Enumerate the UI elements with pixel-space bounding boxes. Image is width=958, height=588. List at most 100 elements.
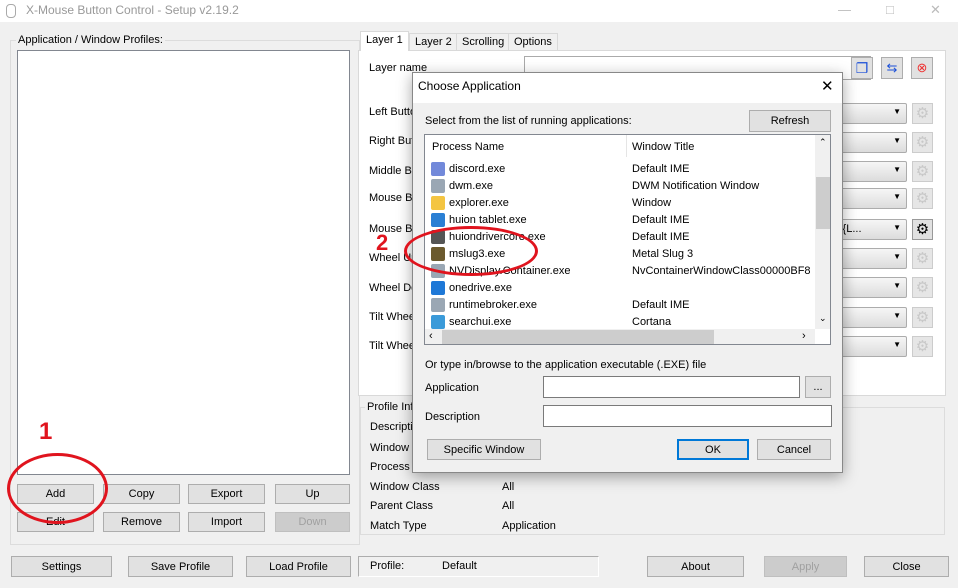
remove-button[interactable]: Remove [103,512,180,532]
cancel-button[interactable]: Cancel [757,439,831,460]
specific-window-button[interactable]: Specific Window [427,439,541,460]
close-button[interactable]: Close [864,556,949,577]
process-row[interactable]: dwm.exe DWM Notification Window [425,178,815,195]
scroll-right-icon[interactable]: › [802,330,806,342]
window-title: X-Mouse Button Control - Setup v2.19.2 [26,3,239,17]
column-divider [626,135,627,157]
down-button[interactable]: Down [275,512,350,532]
profile-status-label: Profile: [370,560,405,572]
process-row[interactable]: explorer.exe Window [425,195,815,212]
window-title: DWM Notification Window [632,180,760,192]
title-bar: X-Mouse Button Control - Setup v2.19.2 —… [0,0,958,22]
window-title: Default IME [632,299,690,311]
profile-status-value: Default [442,560,477,572]
process-name: huion tablet.exe [449,214,527,226]
vertical-scrollbar[interactable]: ⌃ ⌄ [815,135,830,329]
profiles-list[interactable] [17,50,350,475]
window-title: Default IME [632,231,690,243]
export-button[interactable]: Export [188,484,265,504]
browse-prompt: Or type in/browse to the application exe… [425,359,707,371]
info-label: Parent Class [370,500,433,512]
up-button[interactable]: Up [275,484,350,504]
profile-status: Profile: Default [358,556,599,577]
discord-icon [431,162,445,176]
browse-button[interactable]: ... [805,376,831,398]
scroll-up-icon[interactable]: ⌃ [819,137,827,148]
column-process-name[interactable]: Process Name [432,141,504,153]
copy-button[interactable]: Copy [103,484,180,504]
dropdown-arrow-icon: ▼ [893,192,901,201]
horizontal-scrollbar[interactable]: ‹ › [425,329,815,344]
tiles-icon [431,315,445,329]
swap-layers-icon[interactable]: ⇆ [881,57,903,79]
scroll-thumb[interactable] [816,177,830,229]
tab-scrolling[interactable]: Scrolling [456,33,511,51]
dropdown-arrow-icon: ▼ [893,136,901,145]
column-window-title[interactable]: Window Title [632,141,694,153]
scroll-down-icon[interactable]: ⌄ [819,313,827,324]
process-row[interactable]: onedrive.exe [425,280,815,297]
copy-layer-icon[interactable]: ❐ [851,57,873,79]
info-label: Window Class [370,481,440,493]
application-input[interactable] [543,376,800,398]
gear-icon[interactable]: ⚙ [912,336,933,357]
window-title: Cortana [632,316,672,328]
gear-icon[interactable]: ⚙ [912,248,933,269]
about-button[interactable]: About [647,556,744,577]
load-profile-button[interactable]: Load Profile [246,556,351,577]
gear-icon[interactable]: ⚙ [912,219,933,240]
scroll-thumb[interactable] [442,330,714,344]
annotation-circle-mslug3 [404,226,538,276]
gear-icon[interactable]: ⚙ [912,277,933,298]
window-title: Window [632,197,672,209]
description-input[interactable] [543,405,832,427]
info-label: Match Type [370,520,427,532]
import-button[interactable]: Import [188,512,265,532]
gear-icon[interactable]: ⚙ [912,161,933,182]
dropdown-arrow-icon: ▼ [893,165,901,174]
settings-button[interactable]: Settings [11,556,112,577]
pen-icon [431,213,445,227]
process-row[interactable]: discord.exe Default IME [425,161,815,178]
dropdown-arrow-icon: ▼ [893,311,901,320]
apply-button[interactable]: Apply [764,556,847,577]
tab-layer-1[interactable]: Layer 1 [360,31,409,51]
profiles-group-label: Application / Window Profiles: [16,34,165,46]
folder-icon [431,196,445,210]
tab-options[interactable]: Options [508,33,558,51]
dialog-title: Choose Application [418,79,521,93]
window-title: Default IME [632,163,690,175]
app-mouse-icon [6,4,16,18]
clear-layer-icon[interactable]: ⊗ [911,57,933,79]
refresh-button[interactable]: Refresh [749,110,831,132]
window-title: Metal Slug 3 [632,248,694,260]
dropdown-arrow-icon: ▼ [893,107,901,116]
annotation-step-2: 2 [376,230,389,255]
info-value: All [502,500,515,512]
scroll-left-icon[interactable]: ‹ [429,330,433,342]
description-label: Description [425,411,481,423]
ok-button[interactable]: OK [677,439,749,460]
maximize-button[interactable]: □ [886,2,894,17]
process-name: dwm.exe [449,180,494,192]
gear-icon[interactable]: ⚙ [912,307,933,328]
dialog-close-icon[interactable]: ✕ [821,77,834,95]
info-value: Application [502,520,556,532]
process-name: onedrive.exe [449,282,512,294]
info-label: Process [370,461,410,473]
gear-icon[interactable]: ⚙ [912,103,933,124]
minimize-button[interactable]: — [838,2,851,17]
process-name: explorer.exe [449,197,509,209]
gear-icon[interactable]: ⚙ [912,188,933,209]
dropdown-arrow-icon: ▼ [893,340,901,349]
window-icon [431,179,445,193]
process-row[interactable]: runtimebroker.exe Default IME [425,297,815,314]
close-window-button[interactable]: ✕ [930,2,941,18]
dialog-title-bar: Choose Application ✕ [413,73,842,103]
tab-layer-2[interactable]: Layer 2 [409,33,458,51]
window-icon [431,298,445,312]
column-header: Process Name Window Title [425,135,815,159]
dropdown-arrow-icon: ▼ [893,223,901,232]
save-profile-button[interactable]: Save Profile [128,556,233,577]
gear-icon[interactable]: ⚙ [912,132,933,153]
